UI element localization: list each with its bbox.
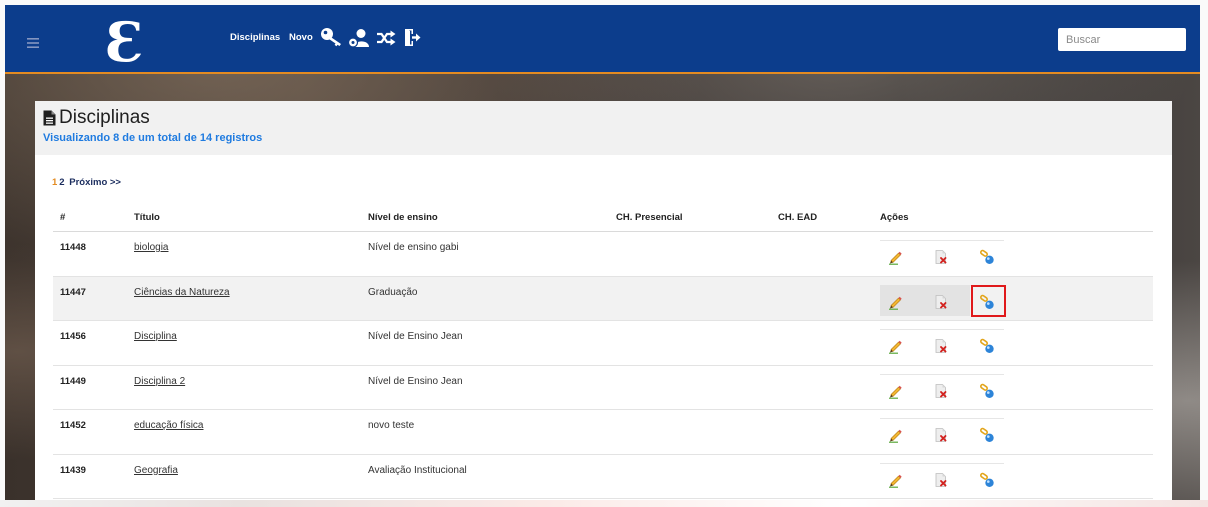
delete-icon[interactable] <box>933 294 949 310</box>
table-row: 11448 biologia Nível de ensino gabi <box>53 232 1153 277</box>
page-title-text: Disciplinas <box>59 107 150 128</box>
discipline-title-link[interactable]: Disciplina 2 <box>134 376 185 388</box>
cell-id: 11449 <box>60 375 86 387</box>
link-icon[interactable] <box>979 338 995 354</box>
column-header-acoes: Ações <box>880 212 909 223</box>
panel-header: Disciplinas Visualizando 8 de um total d… <box>35 101 1172 155</box>
logo[interactable]: Ɛ <box>105 14 144 70</box>
cell-id: 11439 <box>60 464 86 476</box>
discipline-title-link[interactable]: biologia <box>134 242 168 254</box>
table-header: # Título Nível de ensino CH. Presencial … <box>53 207 1153 232</box>
column-header-ch-ead: CH. EAD <box>778 212 818 223</box>
column-header-id: # <box>60 212 66 223</box>
delete-icon[interactable] <box>933 472 949 488</box>
records-summary: Visualizando 8 de um total de 14 registr… <box>43 132 263 144</box>
delete-icon[interactable] <box>933 427 949 443</box>
link-icon[interactable] <box>979 294 995 310</box>
link-icon[interactable] <box>979 472 995 488</box>
nav-disciplinas-link[interactable]: Disciplinas <box>230 32 280 44</box>
shuffle-icon[interactable] <box>376 30 396 46</box>
table-row: 11449 Disciplina 2 Nível de Ensino Jean <box>53 366 1153 410</box>
edit-icon[interactable] <box>887 472 903 488</box>
delete-icon[interactable] <box>933 383 949 399</box>
key-icon[interactable] <box>320 27 343 47</box>
link-icon[interactable] <box>979 427 995 443</box>
cell-nivel-ensino: Nível de Ensino Jean <box>368 331 463 342</box>
cell-id: 11456 <box>60 331 86 342</box>
table-row: 11452 educação física novo teste <box>53 410 1153 455</box>
page-2-link[interactable]: 2 <box>59 177 64 188</box>
table-row: 11456 Disciplina Nível de Ensino Jean <box>53 321 1153 366</box>
column-header-nivel-ensino: Nível de ensino <box>368 212 438 223</box>
edit-icon[interactable] <box>887 294 903 310</box>
discipline-title-link[interactable]: Disciplina <box>134 331 177 343</box>
link-icon[interactable] <box>979 383 995 399</box>
edit-icon[interactable] <box>887 249 903 265</box>
link-icon[interactable] <box>979 249 995 265</box>
disciplinas-panel: Disciplinas Visualizando 8 de um total d… <box>35 101 1172 500</box>
cell-id: 11452 <box>60 420 86 431</box>
edit-icon[interactable] <box>887 338 903 354</box>
discipline-title-link[interactable]: Geografia <box>134 465 178 477</box>
discipline-title-link[interactable]: Ciências da Natureza <box>134 287 230 299</box>
edit-icon[interactable] <box>887 383 903 399</box>
row-actions <box>880 240 1004 270</box>
edit-icon[interactable] <box>887 427 903 443</box>
column-header-titulo: Título <box>134 212 160 223</box>
cell-nivel-ensino: Avaliação Institucional <box>368 464 467 476</box>
cell-id: 11448 <box>60 242 86 253</box>
pagination: 12 Próximo >> <box>52 177 121 189</box>
delete-icon[interactable] <box>933 338 949 354</box>
discipline-title-link[interactable]: educação física <box>134 420 204 432</box>
row-actions <box>880 329 1004 359</box>
background-bottom <box>0 500 1208 507</box>
cell-nivel-ensino: novo teste <box>368 420 415 431</box>
delete-icon[interactable] <box>933 249 949 265</box>
disciplinas-table: # Título Nível de ensino CH. Presencial … <box>53 207 1153 499</box>
column-header-ch-presencial: CH. Presencial <box>616 212 683 223</box>
cell-nivel-ensino: Nível de Ensino Jean <box>368 375 463 387</box>
cell-nivel-ensino: Nível de ensino gabi <box>368 242 459 253</box>
table-row: 11447 Ciências da Natureza Graduação <box>53 276 1153 321</box>
search-input[interactable] <box>1058 28 1186 51</box>
row-actions <box>880 462 1004 493</box>
next-page-link[interactable]: Próximo >> <box>69 177 121 188</box>
exit-icon[interactable] <box>404 28 421 47</box>
current-page: 1 <box>52 177 58 188</box>
user-settings-icon[interactable] <box>347 28 370 48</box>
nav-novo-link[interactable]: Novo <box>289 32 313 44</box>
row-actions <box>880 284 1006 317</box>
cell-id: 11447 <box>60 286 86 298</box>
row-actions <box>880 373 1004 404</box>
table-row: 11439 Geografia Avaliação Institucional <box>53 455 1153 499</box>
file-icon <box>43 110 56 126</box>
cell-nivel-ensino: Graduação <box>368 286 418 298</box>
page-title: Disciplinas <box>43 107 150 129</box>
menu-icon[interactable] <box>27 35 39 48</box>
table-body: 11448 biologia Nível de ensino gabi 11447 Ci… <box>53 232 1153 499</box>
top-navbar: Ɛ Disciplinas Novo <box>5 5 1200 74</box>
row-actions <box>880 418 1004 448</box>
